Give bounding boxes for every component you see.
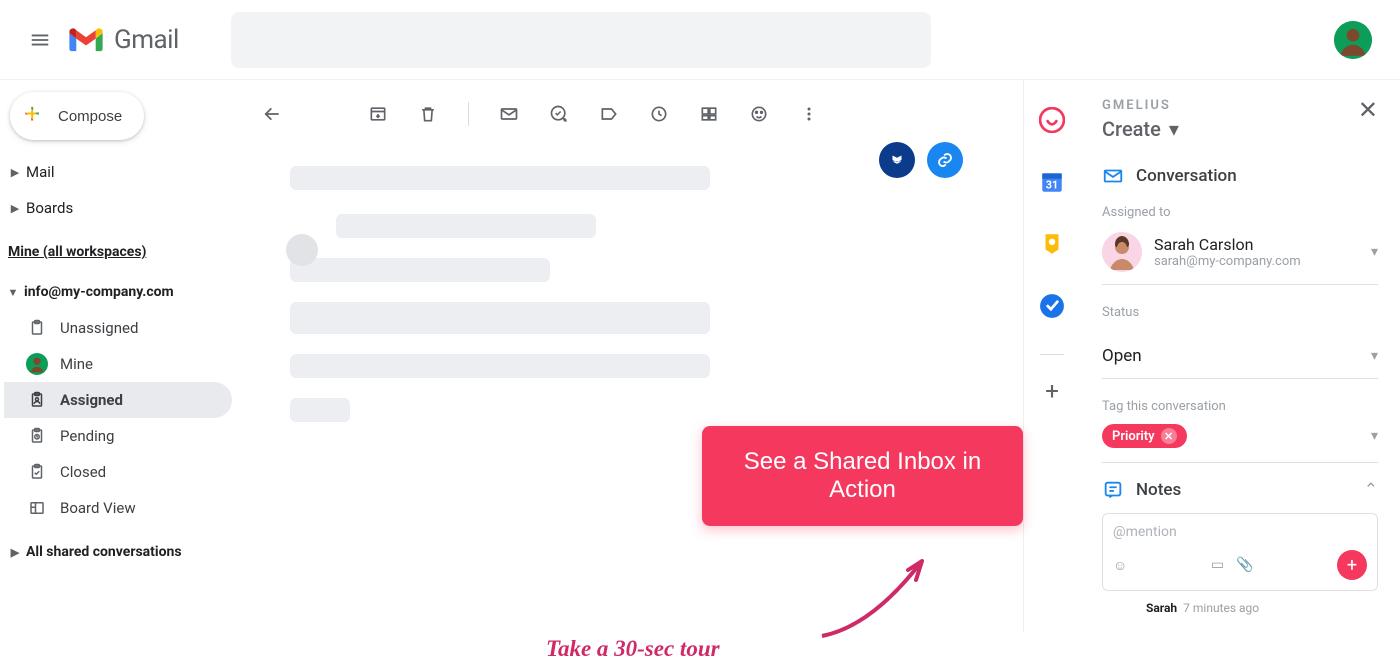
gmail-header: Gmail <box>0 0 1400 80</box>
nav-all-shared[interactable]: ▶All shared conversations <box>4 534 232 570</box>
clipboard-icon <box>24 319 50 337</box>
back-button[interactable] <box>250 92 294 136</box>
gmelius-rail-icon[interactable] <box>1032 100 1072 140</box>
add-task-button[interactable] <box>537 92 581 136</box>
sidebar-item-board-view[interactable]: Board View <box>4 490 232 526</box>
emoji-icon[interactable]: ☺ <box>1113 557 1127 574</box>
hiver-icon[interactable] <box>879 142 915 178</box>
chevron-down-icon: ▾ <box>1371 244 1378 260</box>
gmelius-panel: GMELIUS Create ▾ ✕ Conversation Assigned… <box>1080 80 1400 632</box>
sidebar-item-unassigned[interactable]: Unassigned <box>4 310 232 346</box>
video-icon[interactable]: ▭ <box>1211 557 1224 573</box>
sidebar-item-pending[interactable]: Pending <box>4 418 232 454</box>
chevron-down-icon: ▾ <box>1169 117 1179 141</box>
note-placeholder: @mention <box>1113 524 1367 540</box>
mark-unread-button[interactable] <box>487 92 531 136</box>
board-icon <box>24 499 50 517</box>
panel-close-button[interactable]: ✕ <box>1358 98 1378 122</box>
clipboard-check-icon <box>24 463 50 481</box>
tasks-rail-icon[interactable] <box>1032 286 1072 326</box>
gmail-logo[interactable]: Gmail <box>68 25 179 55</box>
cta-shared-inbox-button[interactable]: See a Shared Inbox in Action <box>702 426 1023 526</box>
menu-button[interactable] <box>16 16 64 64</box>
tour-text: Take a 30-sec tour <box>546 636 720 662</box>
message-skeleton <box>232 142 1023 422</box>
tag-label: Tag this conversation <box>1102 399 1378 414</box>
assignee-email: sarah@my-company.com <box>1154 254 1301 269</box>
assignee-name: Sarah Carslon <box>1154 235 1301 254</box>
gmail-icon <box>68 26 104 54</box>
nav-boards[interactable]: ▶Boards <box>4 190 232 226</box>
arrow-icon <box>812 546 952 650</box>
side-rail: 31 + <box>1024 80 1080 632</box>
board-button[interactable] <box>687 92 731 136</box>
tag-dropdown[interactable]: Priority ✕ ▾ <box>1102 424 1378 448</box>
attach-icon[interactable]: 📎 <box>1236 557 1253 573</box>
message-toolbar <box>232 86 1023 142</box>
notes-icon <box>1102 479 1124 501</box>
nav-mail[interactable]: ▶Mail <box>4 154 232 190</box>
keep-rail-icon[interactable] <box>1032 224 1072 264</box>
status-dropdown[interactable]: Open ▾ <box>1102 340 1378 379</box>
tag-remove-icon[interactable]: ✕ <box>1161 428 1177 444</box>
status-label: Status <box>1102 305 1378 320</box>
sidebar-item-assigned[interactable]: Assigned <box>4 382 232 418</box>
content-area: See a Shared Inbox in Action Take a 30-s… <box>232 80 1024 632</box>
compose-button[interactable]: Compose <box>10 92 144 140</box>
sidebar: Compose ▶Mail ▶Boards Mine (all workspac… <box>0 80 232 632</box>
calendar-rail-icon[interactable]: 31 <box>1032 162 1072 202</box>
assignee-dropdown[interactable]: Sarah Carslon sarah@my-company.com ▾ <box>1102 226 1378 285</box>
label-button[interactable] <box>587 92 631 136</box>
notes-section-header[interactable]: Notes ⌃ <box>1102 479 1378 501</box>
mail-icon <box>1102 165 1124 187</box>
tag-button[interactable] <box>737 92 781 136</box>
nav-mine-workspaces[interactable]: Mine (all workspaces) <box>4 234 232 270</box>
panel-create-dropdown[interactable]: Create ▾ <box>1102 117 1179 141</box>
link-icon[interactable] <box>927 142 963 178</box>
assigned-to-label: Assigned to <box>1102 205 1378 220</box>
delete-button[interactable] <box>406 92 450 136</box>
svg-text:31: 31 <box>1046 179 1058 192</box>
clipboard-clock-icon <box>24 427 50 445</box>
account-avatar[interactable] <box>1334 21 1372 59</box>
search-input[interactable] <box>231 12 931 68</box>
add-note-button[interactable]: + <box>1337 550 1367 580</box>
compose-label: Compose <box>58 108 122 125</box>
conversation-section-header: Conversation <box>1102 165 1378 187</box>
sidebar-item-closed[interactable]: Closed <box>4 454 232 490</box>
snooze-button[interactable] <box>637 92 681 136</box>
more-button[interactable] <box>787 92 831 136</box>
chevron-down-icon: ▾ <box>1371 428 1378 444</box>
gmail-logo-text: Gmail <box>114 25 179 55</box>
assignee-avatar <box>1102 232 1142 272</box>
nav-shared-inbox[interactable]: ▼info@my-company.com <box>4 274 232 310</box>
add-rail-button[interactable]: + <box>1045 377 1059 405</box>
archive-button[interactable] <box>356 92 400 136</box>
clipboard-user-icon <box>24 391 50 409</box>
compose-plus-icon <box>24 106 44 126</box>
chevron-up-icon[interactable]: ⌃ <box>1364 480 1378 500</box>
panel-brand: GMELIUS <box>1102 98 1179 113</box>
mine-avatar-icon <box>26 353 48 375</box>
chevron-down-icon: ▾ <box>1371 348 1378 364</box>
tag-priority[interactable]: Priority ✕ <box>1102 424 1187 448</box>
note-input[interactable]: @mention ☺ ▭ 📎 + <box>1102 513 1378 591</box>
sidebar-item-mine[interactable]: Mine <box>4 346 232 382</box>
note-meta: Sarah7 minutes ago <box>1146 601 1378 615</box>
